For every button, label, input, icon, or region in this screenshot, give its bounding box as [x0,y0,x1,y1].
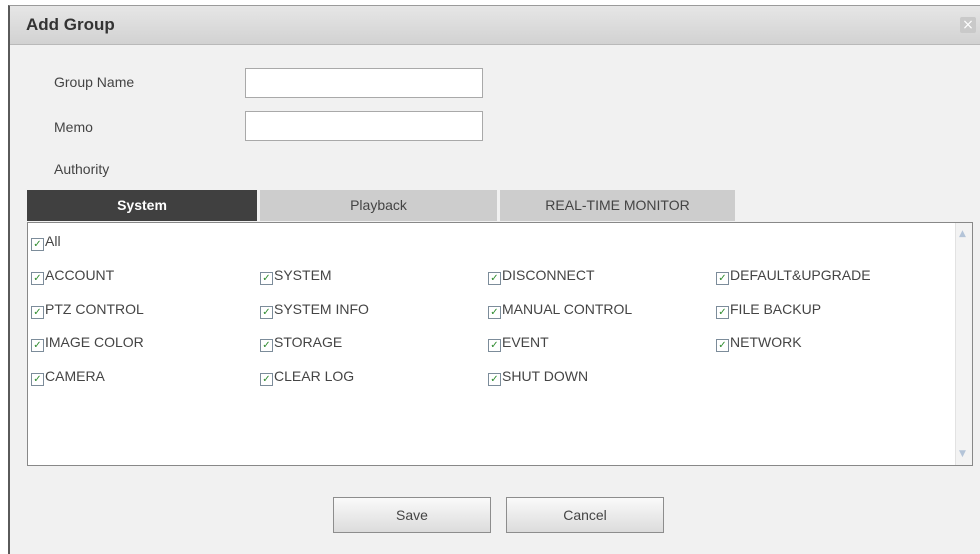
checkbox-account[interactable]: ✓ ACCOUNT [31,267,114,285]
checkbox-label: DISCONNECT [502,267,595,283]
tab-playback[interactable]: Playback [260,190,497,221]
checkbox-label: SHUT DOWN [502,368,589,384]
authority-label: Authority [54,161,110,177]
checkbox-label: FILE BACKUP [730,301,822,317]
checkmark-icon: ✓ [31,238,44,251]
checkmark-icon: ✓ [31,339,44,352]
checkmark-icon: ✓ [260,339,273,352]
checkbox-label: MANUAL CONTROL [502,301,633,317]
checkbox-system[interactable]: ✓ SYSTEM [260,267,332,285]
group-name-input[interactable] [245,68,483,98]
checkbox-label: SYSTEM INFO [274,301,369,317]
checkbox-shut-down[interactable]: ✓ SHUT DOWN [488,368,588,386]
checkbox-image-color[interactable]: ✓ IMAGE COLOR [31,334,144,352]
checkbox-label: CLEAR LOG [274,368,355,384]
checkmark-icon: ✓ [488,306,501,319]
checkbox-label: DEFAULT&UPGRADE [730,267,871,283]
checkbox-event[interactable]: ✓ EVENT [488,334,549,352]
checkmark-icon: ✓ [260,373,273,386]
checkbox-label: All [45,233,61,249]
dialog-title: Add Group [26,15,115,34]
checkbox-label: ACCOUNT [45,267,115,283]
checkbox-default-upgrade[interactable]: ✓ DEFAULT&UPGRADE [716,267,871,285]
dialog-titlebar: Add Group × [10,6,980,45]
save-button[interactable]: Save [333,497,491,533]
memo-input[interactable] [245,111,483,141]
chevron-up-icon[interactable]: ▲ [959,229,966,239]
checkmark-icon: ✓ [31,272,44,285]
panel-scrollbar[interactable]: ▲ ▼ [955,223,972,465]
checkbox-label: STORAGE [274,334,343,350]
close-icon[interactable]: × [960,17,976,33]
checkmark-icon: ✓ [260,272,273,285]
checkmark-icon: ✓ [260,306,273,319]
checkbox-label: PTZ CONTROL [45,301,144,317]
cancel-button[interactable]: Cancel [506,497,664,533]
checkbox-storage[interactable]: ✓ STORAGE [260,334,342,352]
checkbox-label: CAMERA [45,368,105,384]
tab-system[interactable]: System [27,190,257,221]
checkbox-network[interactable]: ✓ NETWORK [716,334,802,352]
chevron-down-icon[interactable]: ▼ [959,449,966,459]
authority-panel: ✓ All ✓ ACCOUNT ✓ SYSTEM ✓ DISCONNECT ✓ DEFAU… [27,222,973,466]
checkbox-ptz-control[interactable]: ✓ PTZ CONTROL [31,301,144,319]
checkbox-label: IMAGE COLOR [45,334,144,350]
group-name-label: Group Name [54,74,135,90]
tab-real-time-monitor[interactable]: REAL-TIME MONITOR [500,190,735,221]
checkbox-label: NETWORK [730,334,802,350]
checkmark-icon: ✓ [716,272,729,285]
checkbox-disconnect[interactable]: ✓ DISCONNECT [488,267,595,285]
checkmark-icon: ✓ [31,373,44,386]
checkbox-label: SYSTEM [274,267,332,283]
checkmark-icon: ✓ [488,272,501,285]
checkbox-manual-control[interactable]: ✓ MANUAL CONTROL [488,301,632,319]
memo-label: Memo [54,119,93,135]
checkmark-icon: ✓ [488,373,501,386]
checkmark-icon: ✓ [716,306,729,319]
checkbox-clear-log[interactable]: ✓ CLEAR LOG [260,368,354,386]
checkmark-icon: ✓ [31,306,44,319]
add-group-dialog: Add Group × Group Name Memo Authority Sy… [8,5,980,554]
checkbox-camera[interactable]: ✓ CAMERA [31,368,105,386]
checkmark-icon: ✓ [716,339,729,352]
checkbox-system-info[interactable]: ✓ SYSTEM INFO [260,301,369,319]
checkbox-label: EVENT [502,334,549,350]
checkmark-icon: ✓ [488,339,501,352]
checkbox-file-backup[interactable]: ✓ FILE BACKUP [716,301,821,319]
checkbox-all[interactable]: ✓ All [31,233,61,251]
